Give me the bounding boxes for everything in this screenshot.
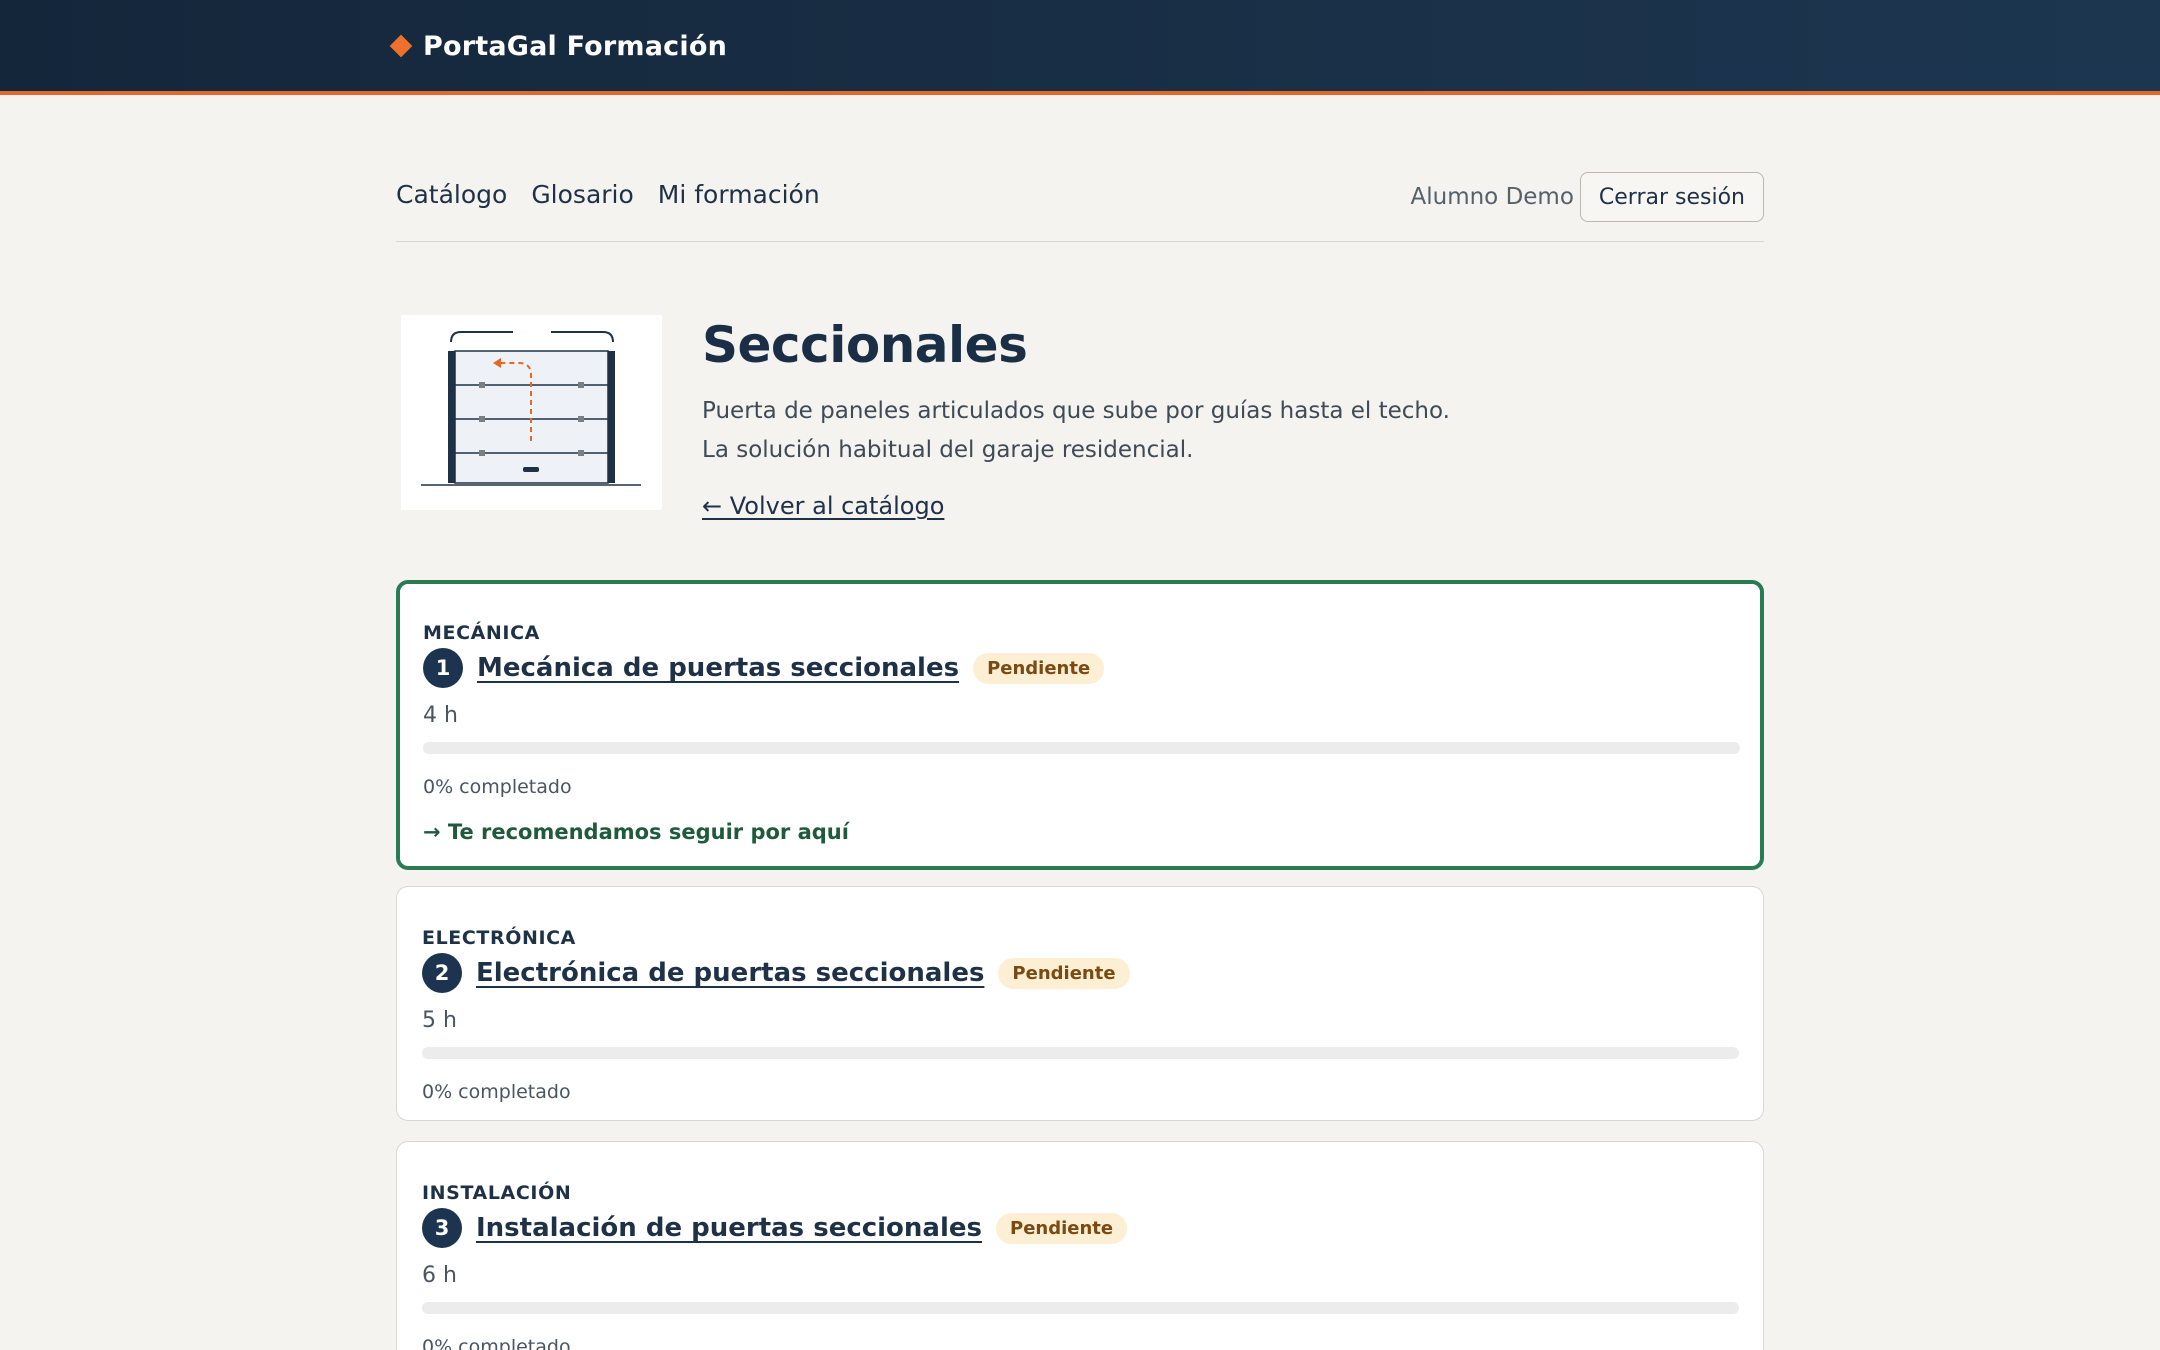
progress-bar bbox=[422, 1302, 1739, 1314]
course-number-badge: 1 bbox=[423, 648, 463, 688]
course-hours: 5 h bbox=[422, 1008, 457, 1033]
brand-diamond-icon bbox=[389, 34, 413, 58]
logout-button[interactable]: Cerrar sesión bbox=[1579, 172, 1764, 222]
user-name: Alumno Demo bbox=[1410, 184, 1574, 210]
progress-text: 0% completado bbox=[423, 776, 572, 798]
course-card-instalacion: INSTALACIÓN 3 Instalación de puertas sec… bbox=[396, 1141, 1764, 1350]
user-area: Alumno Demo Cerrar sesión bbox=[1410, 172, 1764, 222]
course-header: 2 Electrónica de puertas seccionales Pen… bbox=[422, 953, 1130, 993]
course-hours: 4 h bbox=[423, 703, 458, 728]
course-category: INSTALACIÓN bbox=[422, 1182, 572, 1204]
course-category: ELECTRÓNICA bbox=[422, 927, 576, 949]
course-title-link[interactable]: Mecánica de puertas seccionales bbox=[477, 653, 959, 683]
status-badge: Pendiente bbox=[973, 652, 1105, 684]
recommendation-text: → Te recomendamos seguir por aquí bbox=[423, 820, 849, 844]
course-hours: 6 h bbox=[422, 1263, 457, 1288]
progress-text: 0% completado bbox=[422, 1336, 571, 1350]
sectional-door-illustration-icon bbox=[401, 315, 662, 510]
nav-link-mi-formacion[interactable]: Mi formación bbox=[658, 180, 820, 209]
status-badge: Pendiente bbox=[998, 957, 1130, 989]
page-title: Seccionales bbox=[702, 316, 1028, 374]
brand[interactable]: PortaGal Formación bbox=[389, 26, 728, 66]
top-header: PortaGal Formación bbox=[0, 0, 2160, 95]
progress-bar bbox=[423, 742, 1740, 754]
course-card-mecanica: MECÁNICA 1 Mecánica de puertas seccional… bbox=[396, 580, 1764, 870]
main-nav: Catálogo Glosario Mi formación Alumno De… bbox=[396, 170, 1764, 242]
course-number-badge: 2 bbox=[422, 953, 462, 993]
nav-link-catalogo[interactable]: Catálogo bbox=[396, 180, 507, 209]
progress-bar bbox=[422, 1047, 1739, 1059]
course-title-link[interactable]: Electrónica de puertas seccionales bbox=[476, 958, 984, 988]
back-to-catalog-link[interactable]: ← Volver al catálogo bbox=[702, 492, 944, 520]
course-header: 3 Instalación de puertas seccionales Pen… bbox=[422, 1208, 1128, 1248]
course-title-link[interactable]: Instalación de puertas seccionales bbox=[476, 1213, 982, 1243]
course-category: MECÁNICA bbox=[423, 622, 540, 644]
course-card-electronica: ELECTRÓNICA 2 Electrónica de puertas sec… bbox=[396, 886, 1764, 1121]
course-number-badge: 3 bbox=[422, 1208, 462, 1248]
progress-text: 0% completado bbox=[422, 1081, 571, 1103]
nav-links: Catálogo Glosario Mi formación bbox=[396, 180, 820, 209]
brand-name: PortaGal Formación bbox=[423, 30, 728, 62]
status-badge: Pendiente bbox=[996, 1212, 1128, 1244]
nav-link-glosario[interactable]: Glosario bbox=[531, 180, 633, 209]
page-description: Puerta de paneles articulados que sube p… bbox=[702, 398, 1450, 463]
course-header: 1 Mecánica de puertas seccionales Pendie… bbox=[423, 648, 1105, 688]
